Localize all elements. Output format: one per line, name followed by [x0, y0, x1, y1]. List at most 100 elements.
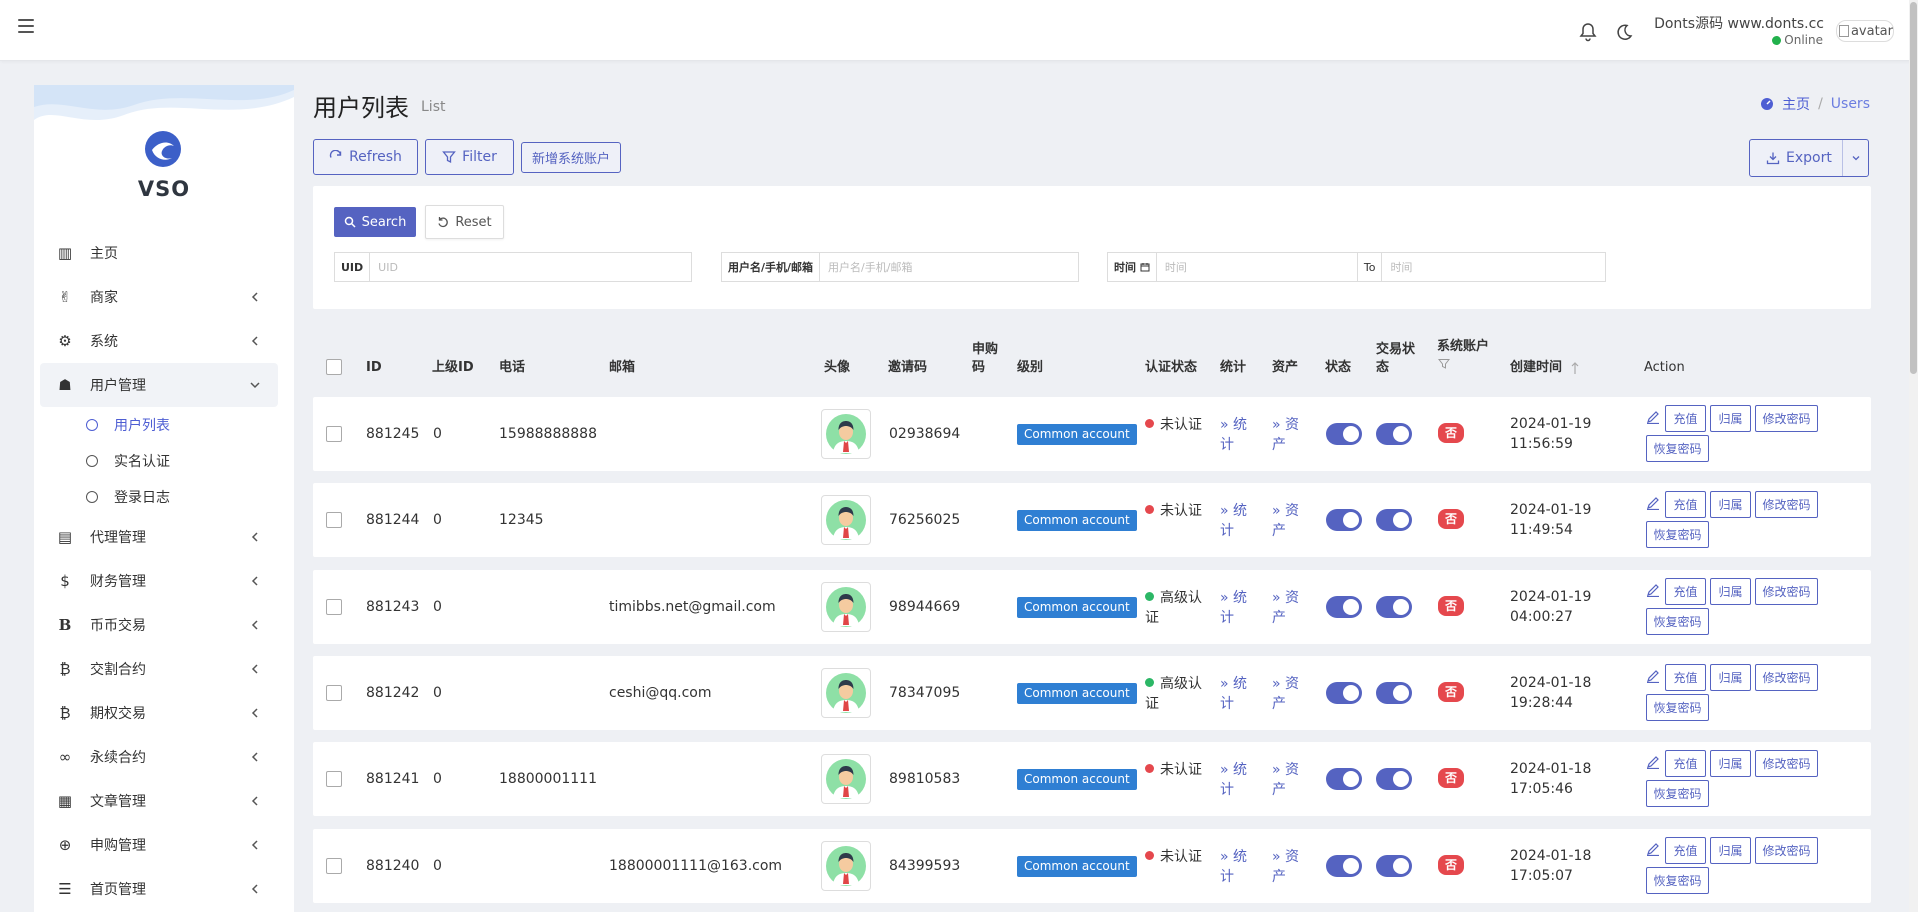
edit-icon[interactable]: [1646, 410, 1660, 424]
status-toggle[interactable]: [1326, 509, 1362, 532]
assets-link[interactable]: » 资产: [1272, 501, 1312, 541]
th-trade-status[interactable]: 交易状态: [1376, 341, 1420, 377]
trade-status-toggle[interactable]: [1376, 509, 1412, 532]
sidebar-item-perpetual[interactable]: ∞ 永续合约: [40, 735, 278, 779]
sidebar-subitem-real-name[interactable]: 实名认证: [86, 443, 278, 479]
belong-button[interactable]: 归属: [1710, 663, 1751, 691]
sidebar-item-merchant[interactable]: ✌ 商家: [40, 275, 278, 319]
filter-button[interactable]: Filter: [425, 139, 514, 175]
status-toggle[interactable]: [1326, 681, 1362, 704]
page-scrollbar[interactable]: [1909, 0, 1918, 912]
assets-link[interactable]: » 资产: [1272, 588, 1312, 628]
trade-status-toggle[interactable]: [1376, 681, 1412, 704]
belong-button[interactable]: 归属: [1710, 836, 1751, 864]
restore-password-button[interactable]: 恢复密码: [1646, 435, 1709, 462]
sidebar-subitem-login-log[interactable]: 登录日志: [86, 479, 278, 515]
sidebar-item-coin-trade[interactable]: B 币币交易: [40, 603, 278, 647]
belong-button[interactable]: 归属: [1710, 750, 1751, 778]
edit-icon[interactable]: [1646, 669, 1660, 683]
status-toggle[interactable]: [1326, 768, 1362, 791]
sidebar-item-subscription[interactable]: ⊕ 申购管理: [40, 823, 278, 867]
edit-icon[interactable]: [1646, 583, 1660, 597]
restore-password-button[interactable]: 恢复密码: [1646, 693, 1709, 721]
user-avatar[interactable]: [821, 495, 871, 546]
stats-link[interactable]: » 统计: [1220, 847, 1260, 887]
chevron-down-icon[interactable]: [1850, 152, 1862, 164]
row-checkbox[interactable]: [326, 771, 342, 788]
sidebar-item-articles[interactable]: ▦ 文章管理: [40, 779, 278, 823]
user-avatar[interactable]: [821, 840, 871, 891]
belong-button[interactable]: 归属: [1710, 491, 1751, 519]
stats-link[interactable]: » 统计: [1220, 501, 1260, 541]
restore-password-button[interactable]: 恢复密码: [1646, 866, 1709, 894]
th-id[interactable]: ID: [366, 359, 382, 377]
status-toggle[interactable]: [1326, 854, 1362, 877]
th-auth-status[interactable]: 认证状态: [1145, 359, 1197, 377]
trade-status-toggle[interactable]: [1376, 768, 1412, 791]
trade-status-toggle[interactable]: [1376, 854, 1412, 877]
stats-link[interactable]: » 统计: [1220, 415, 1260, 455]
sidebar-item-finance[interactable]: $ 财务管理: [40, 559, 278, 603]
user-avatar[interactable]: [821, 754, 871, 805]
row-checkbox[interactable]: [326, 426, 342, 442]
assets-link[interactable]: » 资产: [1272, 847, 1312, 887]
avatar[interactable]: avatar: [1836, 20, 1894, 42]
time-end-input[interactable]: [1382, 253, 1605, 281]
assets-link[interactable]: » 资产: [1272, 760, 1312, 800]
th-status[interactable]: 状态: [1325, 359, 1351, 377]
assets-link[interactable]: » 资产: [1272, 415, 1312, 455]
sidebar-item-homepage[interactable]: ☰ 首页管理: [40, 867, 278, 911]
stats-link[interactable]: » 统计: [1220, 588, 1260, 628]
th-email[interactable]: 邮箱: [609, 359, 635, 377]
stats-link[interactable]: » 统计: [1220, 760, 1260, 800]
time-start-input[interactable]: [1156, 253, 1357, 281]
stats-link[interactable]: » 统计: [1220, 674, 1260, 714]
sidebar-item-delivery-contract[interactable]: ₿ 交割合约: [40, 647, 278, 691]
edit-icon[interactable]: [1646, 496, 1660, 511]
search-button[interactable]: Search: [334, 207, 416, 237]
th-invite-code[interactable]: 邀请码: [888, 359, 927, 377]
hamburger-menu-icon[interactable]: [18, 19, 34, 35]
th-phone[interactable]: 电话: [499, 359, 525, 377]
status-toggle[interactable]: [1326, 423, 1362, 445]
edit-icon[interactable]: [1646, 755, 1660, 770]
trade-status-toggle[interactable]: [1376, 595, 1412, 618]
sidebar-item-user-management[interactable]: ☗ 用户管理: [40, 363, 278, 407]
change-password-button[interactable]: 修改密码: [1755, 750, 1818, 778]
th-parent-id[interactable]: 上级ID: [432, 359, 474, 377]
change-password-button[interactable]: 修改密码: [1755, 836, 1818, 864]
row-checkbox[interactable]: [326, 598, 342, 615]
assets-link[interactable]: » 资产: [1272, 674, 1312, 714]
edit-icon[interactable]: [1646, 842, 1660, 856]
th-purchase-code[interactable]: 申购码: [972, 341, 1002, 377]
change-password-button[interactable]: 修改密码: [1755, 577, 1818, 605]
export-button[interactable]: Export: [1749, 139, 1869, 177]
restore-password-button[interactable]: 恢复密码: [1646, 521, 1709, 549]
user-name[interactable]: Donts源码 www.donts.cc: [1654, 13, 1824, 33]
sidebar-item-system[interactable]: ⚙ 系统: [40, 319, 278, 363]
recharge-button[interactable]: 充值: [1665, 836, 1706, 864]
sidebar-item-agent[interactable]: ▤ 代理管理: [40, 515, 278, 559]
filter-icon[interactable]: [1438, 358, 1450, 370]
recharge-button[interactable]: 充值: [1665, 750, 1706, 778]
change-password-button[interactable]: 修改密码: [1755, 663, 1818, 691]
select-all-checkbox[interactable]: [326, 359, 342, 375]
sidebar-subitem-user-list[interactable]: 用户列表: [86, 407, 278, 443]
breadcrumb-home[interactable]: 主页: [1782, 94, 1810, 114]
reset-button[interactable]: Reset: [425, 205, 504, 239]
user-avatar[interactable]: [821, 409, 871, 459]
change-password-button[interactable]: 修改密码: [1755, 405, 1818, 432]
bell-icon[interactable]: [1578, 22, 1598, 42]
recharge-button[interactable]: 充值: [1665, 405, 1706, 432]
recharge-button[interactable]: 充值: [1665, 663, 1706, 691]
belong-button[interactable]: 归属: [1710, 405, 1751, 432]
sidebar-item-options[interactable]: ₿ 期权交易: [40, 691, 278, 735]
uid-input[interactable]: [370, 253, 691, 281]
user-search-input[interactable]: [820, 253, 1078, 281]
user-avatar[interactable]: [821, 581, 871, 632]
row-checkbox[interactable]: [326, 512, 342, 529]
sort-up-icon[interactable]: [1570, 361, 1580, 375]
scrollbar-thumb[interactable]: [1910, 2, 1917, 374]
recharge-button[interactable]: 充值: [1665, 491, 1706, 519]
th-created-time[interactable]: 创建时间: [1510, 359, 1562, 377]
